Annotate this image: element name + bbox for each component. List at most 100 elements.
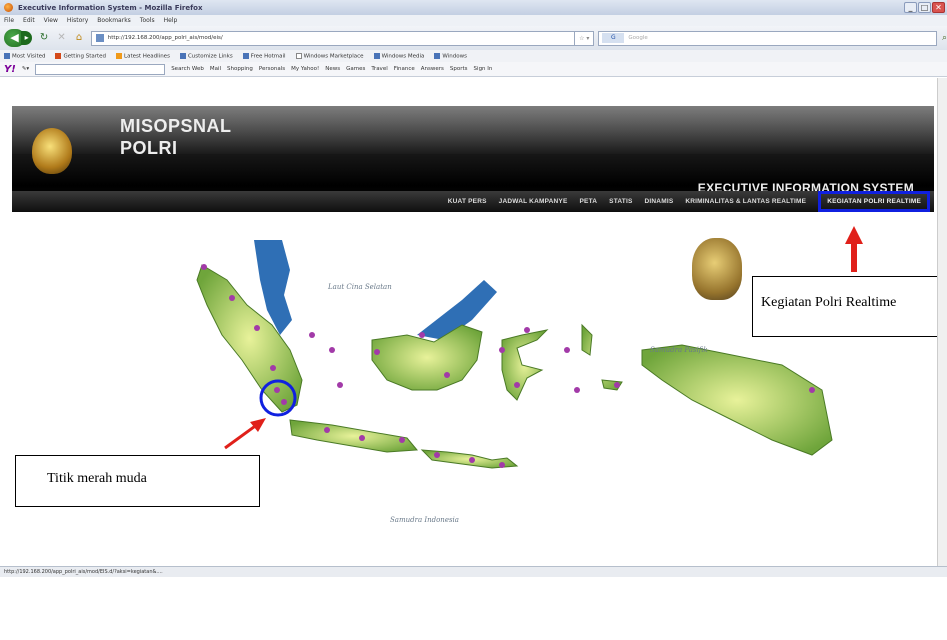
menu-kriminalitas-lantas[interactable]: KRIMINALITAS & LANTAS REALTIME bbox=[685, 198, 806, 205]
bookmark-item[interactable]: Most Visited bbox=[4, 52, 45, 59]
marker-dot[interactable] bbox=[337, 382, 343, 388]
bookmark-item[interactable]: Windows Marketplace bbox=[295, 52, 364, 59]
menu-statis[interactable]: STATIS bbox=[609, 198, 632, 205]
bookmark-icon bbox=[55, 52, 62, 59]
bookmark-icon bbox=[242, 52, 249, 59]
papua-island[interactable] bbox=[641, 344, 833, 456]
menu-kegiatan-polri[interactable]: KEGIATAN POLRI REALTIME bbox=[818, 190, 930, 212]
site-title-line1: MISOPSNAL bbox=[120, 116, 232, 136]
marker-dot[interactable] bbox=[444, 372, 450, 378]
bookmark-item[interactable]: Latest Headlines bbox=[116, 52, 170, 59]
yahoo-travel[interactable]: Travel bbox=[371, 66, 387, 72]
main-menu: KUAT PERS JADWAL KAMPANYE PETA STATIS DI… bbox=[12, 190, 934, 212]
polri-crest-icon bbox=[692, 238, 742, 300]
yahoo-shopping[interactable]: Shopping bbox=[227, 66, 253, 72]
menu-history[interactable]: History bbox=[67, 17, 88, 24]
search-engine-icon[interactable]: G bbox=[602, 33, 625, 43]
yahoo-logo[interactable]: Y! bbox=[4, 64, 16, 75]
window-title: Executive Information System - Mozilla F… bbox=[18, 3, 203, 12]
yahoo-sports[interactable]: Sports bbox=[450, 66, 468, 72]
yahoo-my-yahoo[interactable]: My Yahoo! bbox=[291, 66, 319, 72]
rss-icon bbox=[116, 52, 123, 59]
page-scrollbar[interactable] bbox=[937, 78, 947, 566]
menu-tools[interactable]: Tools bbox=[140, 17, 155, 24]
sulawesi-island[interactable] bbox=[501, 329, 549, 401]
marker-dot[interactable] bbox=[564, 347, 570, 353]
yahoo-mail[interactable]: Mail bbox=[210, 66, 221, 72]
marker-dot[interactable] bbox=[574, 387, 580, 393]
firefox-icon bbox=[4, 3, 13, 12]
marker-dot[interactable] bbox=[229, 295, 235, 301]
menu-kuat-pers[interactable]: KUAT PERS bbox=[448, 198, 487, 205]
search-input[interactable]: G Google bbox=[598, 30, 937, 46]
menu-peta[interactable]: PETA bbox=[580, 198, 598, 205]
marker-dot[interactable] bbox=[524, 327, 530, 333]
bookmark-icon bbox=[179, 52, 186, 59]
bookmark-icon bbox=[434, 52, 441, 59]
pencil-icon[interactable]: ✎▾ bbox=[22, 66, 29, 72]
home-icon[interactable]: ⌂ bbox=[73, 32, 84, 44]
menu-bookmarks[interactable]: Bookmarks bbox=[97, 17, 131, 24]
stop-icon[interactable]: ✕ bbox=[56, 32, 67, 44]
marker-dot[interactable] bbox=[374, 349, 380, 355]
close-window-button[interactable]: ✕ bbox=[932, 2, 945, 13]
java-island[interactable] bbox=[289, 419, 419, 453]
address-url: http://192.168.200/app_polri_ais/mod/eis… bbox=[107, 35, 223, 41]
yahoo-sign-in[interactable]: Sign In bbox=[474, 66, 493, 72]
yahoo-news[interactable]: News bbox=[325, 66, 340, 72]
address-bar[interactable]: http://192.168.200/app_polri_ais/mod/eis… bbox=[90, 30, 576, 46]
marker-dot[interactable] bbox=[329, 347, 335, 353]
marker-dot[interactable] bbox=[359, 435, 365, 441]
marker-dot[interactable] bbox=[281, 399, 287, 405]
menu-help[interactable]: Help bbox=[164, 17, 178, 24]
bookmark-item[interactable]: Windows Media bbox=[373, 52, 424, 59]
menu-dinamis[interactable]: DINAMIS bbox=[645, 198, 674, 205]
marker-dot[interactable] bbox=[254, 325, 260, 331]
marker-dot[interactable] bbox=[270, 365, 276, 371]
browser-menubar: File Edit View History Bookmarks Tools H… bbox=[0, 15, 947, 26]
menu-view[interactable]: View bbox=[44, 17, 58, 24]
site-title-line2: POLRI bbox=[120, 138, 178, 158]
forward-button[interactable]: ▸ bbox=[20, 31, 33, 45]
menu-edit[interactable]: Edit bbox=[23, 17, 35, 24]
reload-icon[interactable]: ↻ bbox=[38, 32, 49, 44]
bookmark-icon bbox=[373, 52, 380, 59]
bookmark-item[interactable]: Getting Started bbox=[55, 52, 106, 59]
marker-dot[interactable] bbox=[399, 437, 405, 443]
sumatra-island[interactable] bbox=[196, 264, 303, 413]
maluku-islands[interactable] bbox=[581, 323, 623, 391]
marker-dot[interactable] bbox=[469, 457, 475, 463]
marker-dot[interactable] bbox=[434, 452, 440, 458]
bookmark-icon bbox=[295, 52, 302, 59]
bookmark-item[interactable]: Windows bbox=[434, 52, 467, 59]
sea-label-south: Samudra Indonesia bbox=[390, 516, 459, 524]
yahoo-search-web[interactable]: Search Web bbox=[171, 66, 204, 72]
bookmarks-toolbar: Most Visited Getting Started Latest Head… bbox=[0, 50, 947, 62]
marker-dot[interactable] bbox=[274, 387, 280, 393]
minimize-button[interactable]: _ bbox=[904, 2, 917, 13]
sea-label-north: Laut Cina Selatan bbox=[328, 283, 392, 291]
marker-dot[interactable] bbox=[614, 382, 620, 388]
marker-dot[interactable] bbox=[499, 462, 505, 468]
yahoo-games[interactable]: Games bbox=[346, 66, 365, 72]
bookmark-icon bbox=[4, 52, 10, 59]
marker-dot[interactable] bbox=[419, 332, 425, 338]
yahoo-finance[interactable]: Finance bbox=[394, 66, 415, 72]
marker-dot[interactable] bbox=[309, 332, 315, 338]
marker-dot[interactable] bbox=[201, 264, 207, 270]
search-go-icon[interactable]: ⌕ bbox=[942, 33, 947, 43]
marker-dot[interactable] bbox=[499, 347, 505, 353]
yahoo-answers[interactable]: Answers bbox=[421, 66, 444, 72]
search-placeholder: Google bbox=[628, 35, 648, 41]
yahoo-personals[interactable]: Personals bbox=[259, 66, 285, 72]
marker-dot[interactable] bbox=[514, 382, 520, 388]
marker-dot[interactable] bbox=[809, 387, 815, 393]
marker-dot[interactable] bbox=[324, 427, 330, 433]
menu-file[interactable]: File bbox=[4, 17, 14, 24]
bookmark-star-icon[interactable]: ☆ ▾ bbox=[575, 30, 595, 46]
bookmark-item[interactable]: Free Hotmail bbox=[242, 52, 286, 59]
yahoo-search-input[interactable] bbox=[35, 63, 166, 75]
maximize-button[interactable]: □ bbox=[918, 2, 931, 13]
bookmark-item[interactable]: Customize Links bbox=[179, 52, 233, 59]
menu-jadwal-kampanye[interactable]: JADWAL KAMPANYE bbox=[499, 198, 568, 205]
